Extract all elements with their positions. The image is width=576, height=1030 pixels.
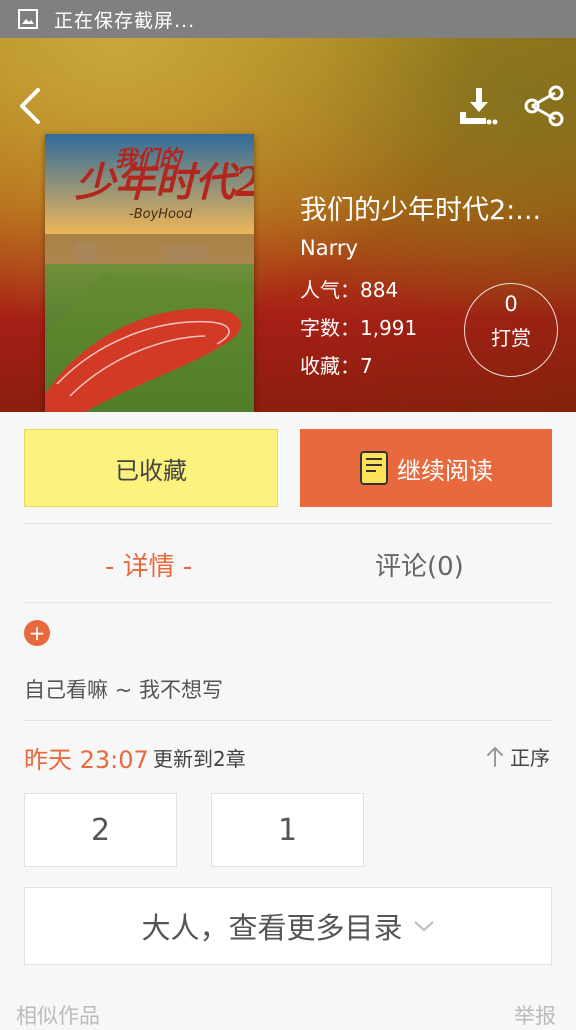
status-bar: 正在保存截屏... [0, 0, 576, 38]
svg-text:-BoyHood: -BoyHood [129, 207, 193, 222]
chapter-number: 2 [90, 812, 111, 848]
chapter-item[interactable]: 2 [24, 793, 177, 867]
similar-works-heading: 相似作品 [16, 1004, 100, 1028]
chevron-down-icon [413, 921, 434, 932]
book-description: 自己看嘛 ~ 我不想写 [24, 678, 223, 702]
favorites-stat: 收藏：7 [300, 354, 373, 378]
chapter-number: 1 [277, 812, 298, 848]
continue-reading-label: 继续阅读 [397, 456, 493, 485]
plus-icon[interactable]: + [24, 620, 50, 646]
arrow-up-icon [487, 746, 503, 767]
more-catalog-label: 大人，查看更多目录 [141, 911, 403, 945]
svg-text:我们的: 我们的 [115, 146, 184, 172]
book-header: 少年时代2 我们的 -BoyHood 我们的少年时代2:... Narry 人气… [0, 38, 576, 412]
favorited-label: 已收藏 [115, 456, 187, 485]
tab-details[interactable]: - 详情 - [105, 546, 192, 583]
divider [24, 602, 552, 603]
divider [24, 523, 552, 524]
tip-count: 0 [504, 292, 518, 316]
image-icon [18, 9, 38, 29]
word-count-stat: 字数：1,991 [300, 316, 418, 340]
popularity-stat: 人气：884 [300, 278, 399, 302]
more-catalog-button[interactable]: 大人，查看更多目录 [24, 887, 552, 965]
status-text: 正在保存截屏... [54, 9, 196, 32]
download-icon[interactable] [458, 86, 500, 126]
back-icon[interactable] [14, 86, 48, 126]
chapter-item[interactable]: 1 [211, 793, 364, 867]
sort-order-label: 正序 [510, 746, 550, 770]
book-cover[interactable]: 少年时代2 我们的 -BoyHood [45, 134, 254, 412]
tip-label: 打赏 [491, 326, 531, 350]
book-icon [360, 451, 388, 485]
update-time: 昨天 23:07 [24, 746, 149, 774]
share-icon[interactable] [522, 84, 566, 128]
tab-comments[interactable]: 评论(0) [375, 546, 464, 583]
continue-reading-button[interactable]: 继续阅读 [300, 429, 552, 507]
report-link[interactable]: 举报 [514, 1000, 556, 1030]
divider [24, 720, 552, 721]
update-info: 更新到2章 [153, 747, 246, 771]
tip-button[interactable]: 0 打赏 [464, 283, 558, 377]
favorited-button[interactable]: 已收藏 [24, 429, 278, 507]
sort-order-button[interactable]: 正序 [486, 742, 550, 771]
book-author[interactable]: Narry [300, 236, 358, 260]
book-title: 我们的少年时代2:... [300, 195, 542, 226]
